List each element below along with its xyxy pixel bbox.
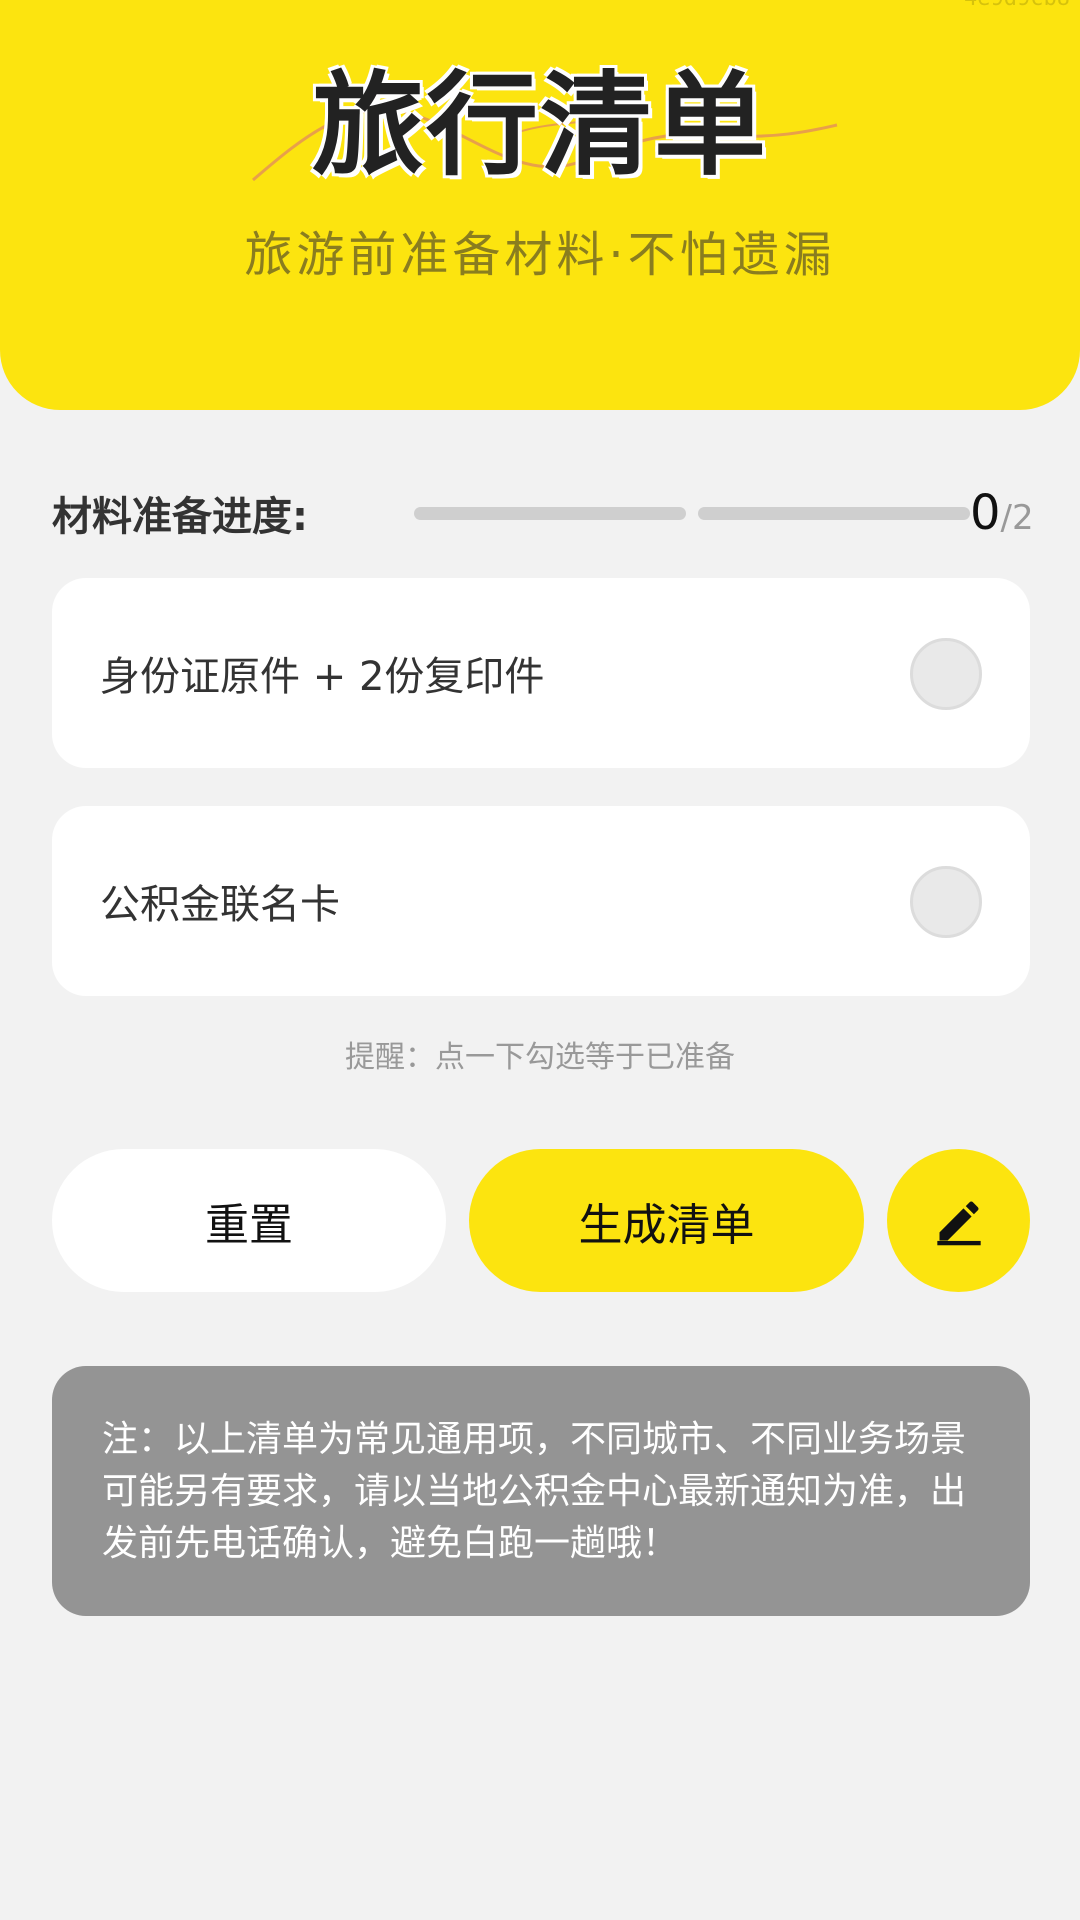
- checklist-item-label: 身份证原件 + 2份复印件: [100, 654, 545, 700]
- hint-text: 提醒：点一下勾选等于已准备: [345, 1040, 735, 1075]
- app-screen: 4e9d9cb8 旅行清单 旅游前准备材料·不怕遗漏 材料准备进度: 0 / 2…: [0, 0, 1080, 1920]
- progress-count: 0 / 2: [970, 485, 1034, 541]
- page-subtitle: 旅游前准备材料·不怕遗漏: [244, 227, 836, 283]
- progress-total-count: 2: [1012, 498, 1034, 538]
- progress-label: 材料准备进度:: [52, 494, 308, 540]
- checklist-item-id-card[interactable]: 身份证原件 + 2份复印件: [52, 578, 1030, 768]
- watermark: 4e9d9cb8: [964, 0, 1070, 11]
- reset-button-label: 重置: [205, 1199, 293, 1251]
- progress-done-count: 0: [970, 485, 1001, 541]
- reset-button[interactable]: 重置: [52, 1149, 446, 1292]
- progress-separator: /: [1000, 498, 1013, 538]
- page-title: 旅行清单: [312, 61, 768, 191]
- checkbox-circle[interactable]: [910, 638, 982, 710]
- notice-text: 注：以上清单为常见通用项，不同城市、不同业务场景可能另有要求，请以当地公积金中心…: [102, 1419, 967, 1564]
- progress-row: 材料准备进度: 0 / 2: [52, 478, 1034, 548]
- edit-button[interactable]: [887, 1149, 1030, 1292]
- progress-segment: [698, 506, 970, 520]
- generate-list-button[interactable]: 生成清单: [469, 1149, 864, 1292]
- progress-segment: [414, 506, 686, 520]
- progress-bar: [414, 506, 970, 520]
- pencil-icon: [936, 1200, 981, 1245]
- header-banner: 4e9d9cb8 旅行清单 旅游前准备材料·不怕遗漏: [0, 0, 1080, 410]
- notice-box: 注：以上清单为常见通用项，不同城市、不同业务场景可能另有要求，请以当地公积金中心…: [52, 1366, 1030, 1616]
- checklist-item-label: 公积金联名卡: [100, 882, 340, 928]
- generate-button-label: 生成清单: [578, 1199, 755, 1251]
- checkbox-circle[interactable]: [910, 866, 982, 938]
- checklist-item-fund-card[interactable]: 公积金联名卡: [52, 806, 1030, 996]
